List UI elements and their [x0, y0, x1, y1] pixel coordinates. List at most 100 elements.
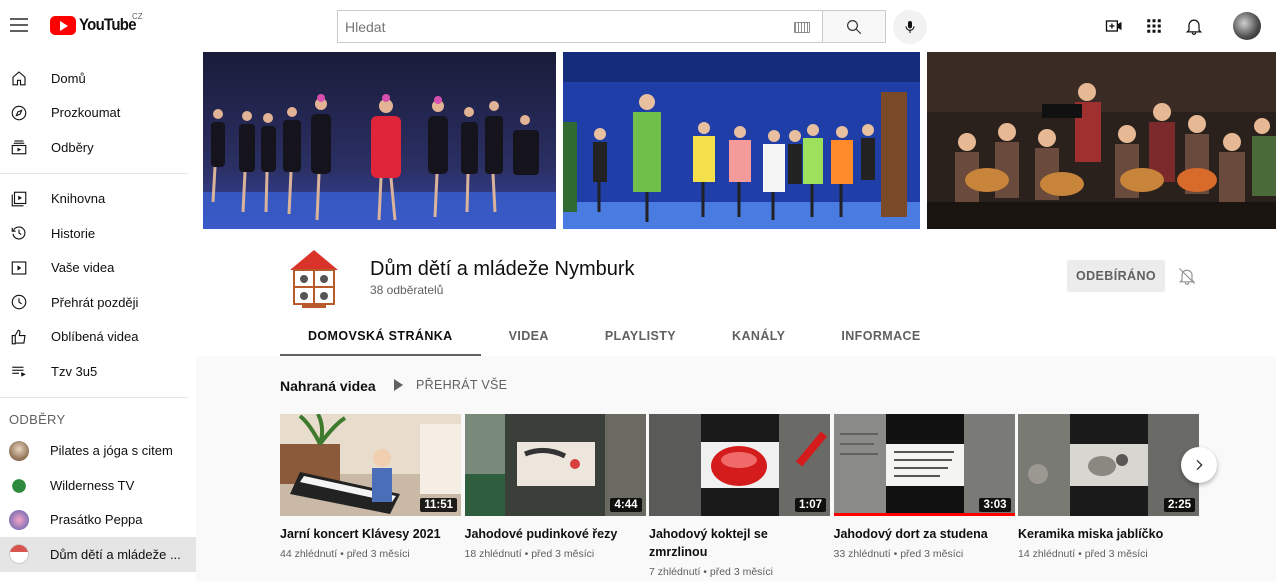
video-card[interactable]: 1:07 Jahodový koktejl se zmrzlinou 7 zhl…: [649, 414, 830, 578]
sidebar-sub-pilates[interactable]: Pilates a jóga s citem: [0, 434, 196, 469]
channel-avatar: [9, 544, 29, 565]
video-title[interactable]: Jahodový dort za studena: [834, 525, 1015, 543]
keyboard-icon[interactable]: [794, 22, 810, 33]
create-video-button[interactable]: [1100, 12, 1128, 40]
top-bar: YouTube CZ: [0, 0, 1276, 52]
video-meta: 33 zhlédnutí • před 3 měsíci: [833, 548, 964, 560]
history-icon: [10, 224, 28, 242]
video-card[interactable]: 3:03 Jahodový dort za studena 33 zhlédnu…: [833, 414, 1015, 578]
sidebar-item-subscriptions[interactable]: Odběry: [0, 130, 196, 165]
tab-playlists[interactable]: PLAYLISTY: [577, 318, 704, 354]
play-all-button[interactable]: PŘEHRÁT VŠE: [394, 378, 507, 392]
create-video-icon: [1105, 20, 1122, 32]
header-actions: [1100, 12, 1220, 40]
video-meta: 18 zhlédnutí • před 3 měsíci: [464, 548, 595, 560]
sidebar-item-history[interactable]: Historie: [0, 216, 196, 251]
play-all-label: PŘEHRÁT VŠE: [416, 378, 508, 392]
video-duration: 4:44: [610, 498, 642, 512]
play-icon: [394, 379, 403, 391]
channel-avatar: [9, 509, 29, 530]
sidebar-sub-wilderness[interactable]: Wilderness TV: [0, 468, 196, 503]
tab-about[interactable]: INFORMACE: [813, 318, 948, 354]
subscribed-button[interactable]: ODEBÍRÁNO: [1067, 260, 1165, 292]
apps-button[interactable]: [1140, 12, 1168, 40]
video-card[interactable]: 4:44 Jahodové pudinkové řezy 18 zhlédnut…: [464, 414, 646, 578]
logo-text: YouTube: [79, 15, 137, 34]
channel-avatar: [9, 440, 29, 461]
watch-progress-bar: [833, 513, 1015, 516]
watch-later-icon: [10, 293, 28, 311]
liked-videos-icon: [10, 328, 28, 346]
search-button[interactable]: [822, 10, 886, 43]
shelf-next-button[interactable]: [1181, 447, 1217, 483]
video-thumbnail[interactable]: 1:07: [649, 414, 830, 516]
banner-photo-theatre: [563, 52, 920, 229]
sidebar-item-home[interactable]: Domů: [0, 61, 196, 96]
sidebar: Domů Prozkoumat Odběry Knihovna Historie…: [0, 52, 196, 581]
sidebar-divider: [0, 396, 188, 398]
sidebar-item-label: Dům dětí a mládeže ...: [50, 546, 181, 562]
video-title[interactable]: Jahodové pudinkové řezy: [465, 525, 646, 543]
sidebar-divider: [0, 172, 188, 174]
sidebar-item-library[interactable]: Knihovna: [0, 182, 196, 217]
sidebar-item-watch-later[interactable]: Přehrát později: [0, 285, 196, 320]
sidebar-sub-peppa[interactable]: Prasátko Peppa: [0, 503, 196, 538]
sidebar-item-label: Historie: [51, 225, 96, 241]
youtube-play-icon: [50, 15, 76, 35]
shelf-title: Nahraná videa: [280, 378, 376, 394]
sidebar-item-liked-videos[interactable]: Oblíbená videa: [0, 320, 196, 355]
banner-photo-guitar-group: [927, 52, 1276, 229]
sidebar-item-label: Knihovna: [51, 191, 106, 207]
youtube-logo[interactable]: YouTube CZ: [50, 12, 144, 35]
sidebar-item-label: Prasátko Peppa: [50, 512, 143, 528]
sidebar-item-your-videos[interactable]: Vaše videa: [0, 251, 196, 286]
video-thumbnail[interactable]: 4:44: [464, 414, 646, 516]
compass-icon: [10, 104, 28, 122]
video-thumbnail[interactable]: 2:25: [1018, 414, 1199, 516]
channel-logo: [280, 244, 348, 312]
region-code: CZ: [132, 12, 143, 21]
video-title[interactable]: Jarní koncert Klávesy 2021: [280, 525, 461, 543]
tab-videos[interactable]: VIDEA: [481, 318, 577, 354]
video-thumbnail[interactable]: 3:03: [833, 414, 1015, 516]
channel-banner: [196, 52, 1276, 232]
notification-off-icon[interactable]: [1177, 266, 1197, 286]
video-thumbnail[interactable]: 11:51: [280, 414, 461, 516]
sidebar-item-label: Pilates a jóga s citem: [50, 443, 173, 459]
microphone-icon: [905, 21, 915, 33]
tab-channels[interactable]: KANÁLY: [704, 318, 813, 354]
sidebar-item-label: Vaše videa: [51, 260, 115, 276]
video-card[interactable]: 2:25 Keramika miska jablíčko 14 zhlédnut…: [1018, 414, 1199, 578]
content-area: Nahraná videa PŘEHRÁT VŠE 11:51 Jarní ko…: [196, 356, 1276, 581]
sidebar-item-explore[interactable]: Prozkoumat: [0, 96, 196, 131]
account-avatar[interactable]: [1233, 12, 1261, 40]
sidebar-item-label: Prozkoumat: [51, 105, 121, 121]
your-videos-icon: [10, 259, 28, 277]
video-card[interactable]: 11:51 Jarní koncert Klávesy 2021 44 zhlé…: [280, 414, 461, 578]
playlist-icon: [10, 362, 28, 380]
sidebar-sub-ddm-nymburk[interactable]: Dům dětí a mládeže ...: [0, 537, 196, 572]
banner-photo-dancers: [203, 52, 556, 229]
tab-home[interactable]: DOMOVSKÁ STRÁNKA: [280, 318, 481, 356]
notifications-button[interactable]: [1180, 12, 1208, 40]
bell-icon: [1185, 19, 1203, 35]
subscriptions-icon: [10, 138, 28, 156]
sidebar-item-label: Tzv 3u5: [51, 363, 98, 379]
hamburger-menu-icon[interactable]: [10, 16, 28, 34]
library-icon: [10, 190, 28, 208]
video-duration: 1:07: [794, 498, 826, 512]
home-icon: [10, 69, 28, 87]
video-duration: 2:25: [1163, 498, 1195, 512]
search-bar: [337, 10, 886, 43]
chevron-right-icon: [1196, 459, 1203, 471]
sidebar-item-label: Domů: [51, 70, 86, 86]
search-input[interactable]: [345, 18, 765, 35]
video-meta: 14 zhlédnutí • před 3 měsíci: [1018, 548, 1148, 560]
channel-avatar: [9, 475, 29, 496]
video-title[interactable]: Keramika miska jablíčko: [1018, 525, 1199, 543]
channel-header: Dům dětí a mládeže Nymburk 38 odběratelů…: [196, 232, 1276, 356]
channel-name: Dům dětí a mládeže Nymburk: [370, 258, 635, 280]
video-title[interactable]: Jahodový koktejl se zmrzlinou: [649, 525, 830, 561]
voice-search-button[interactable]: [893, 10, 927, 44]
sidebar-item-playlist[interactable]: Tzv 3u5: [0, 354, 196, 389]
